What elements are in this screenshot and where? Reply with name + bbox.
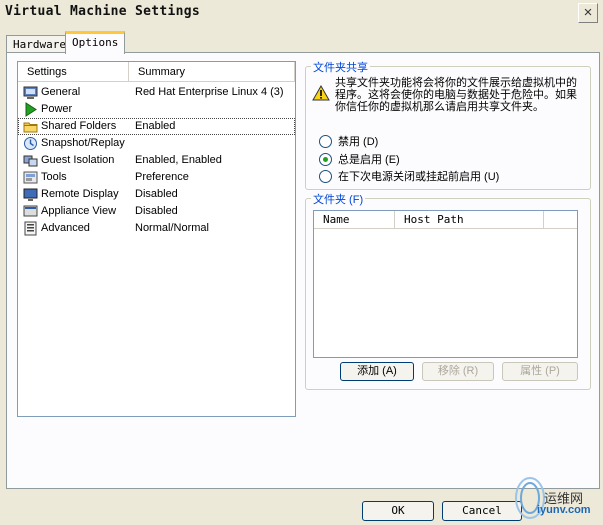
sharing-warning-text: 共享文件夹功能将会将你的文件展示给虚拟机中的程序。这将会使你的电脑与数据处于危险… — [335, 77, 577, 113]
radio-always-enabled[interactable]: 总是启用 (E) — [319, 151, 579, 167]
snapshot-icon — [24, 137, 37, 150]
close-button[interactable]: × — [578, 3, 598, 23]
title-bar: Virtual Machine Settings × — [0, 0, 603, 26]
shared-folder-icon — [23, 122, 38, 133]
settings-row-label: Appliance View — [41, 205, 117, 217]
settings-row-shared-folders[interactable]: Shared Folders Enabled — [18, 118, 295, 135]
settings-row-power[interactable]: Power — [18, 101, 295, 118]
shared-folders-table[interactable]: Name Host Path — [313, 210, 578, 358]
settings-row-general[interactable]: General Red Hat Enterprise Linux 4 (3) — [18, 84, 295, 101]
radio-button[interactable] — [319, 134, 332, 148]
close-icon: × — [583, 4, 593, 21]
radio-enable-until-poweroff[interactable]: 在下次电源关闭或挂起前启用 (U) — [319, 168, 579, 184]
power-play-icon — [25, 102, 37, 117]
settings-row-appliance-view[interactable]: Appliance View Disabled — [18, 203, 295, 220]
general-icon — [23, 86, 38, 99]
settings-row-summary: Enabled, Enabled — [135, 154, 222, 166]
settings-row-summary: Preference — [135, 171, 189, 183]
folders-legend: 文件夹 (F) — [311, 191, 366, 207]
settings-row-label: Shared Folders — [41, 120, 117, 132]
column-header-settings[interactable]: Settings — [18, 62, 129, 82]
folder-sharing-legend: 文件夹共享 — [311, 59, 370, 75]
radio-button[interactable] — [319, 169, 332, 183]
settings-row-summary: Normal/Normal — [135, 222, 209, 234]
tab-hardware[interactable]: Hardware — [6, 35, 73, 53]
settings-row-label: General — [41, 86, 81, 98]
settings-list: Settings Summary General Red Hat Enterpr… — [17, 61, 296, 417]
remote-display-icon — [23, 188, 38, 201]
settings-row-label: Tools — [41, 171, 67, 183]
settings-row-advanced[interactable]: Advanced Normal/Normal — [18, 220, 295, 237]
column-header-host-path[interactable]: Host Path — [395, 211, 544, 229]
add-folder-button[interactable]: 添加 (A) — [340, 362, 414, 381]
settings-row-summary: Disabled — [135, 205, 178, 217]
radio-button[interactable] — [319, 152, 332, 166]
settings-row-label: Guest Isolation — [41, 154, 115, 166]
tab-options[interactable]: Options — [65, 31, 126, 54]
radio-disabled[interactable]: 禁用 (D) — [319, 133, 579, 149]
watermark-url: iyunv.com — [537, 504, 591, 516]
settings-row-guest-isolation[interactable]: Guest Isolation Enabled, Enabled — [18, 152, 295, 169]
ok-button[interactable]: OK — [362, 501, 434, 521]
guest-isolation-icon — [23, 155, 38, 167]
remove-folder-button[interactable]: 移除 (R) — [422, 362, 494, 381]
radio-label: 总是启用 (E) — [338, 154, 400, 166]
tools-icon — [23, 171, 38, 184]
column-header-name[interactable]: Name — [314, 211, 395, 229]
settings-list-header: Settings Summary — [18, 62, 295, 82]
settings-row-label: Power — [41, 103, 73, 115]
appliance-view-icon — [23, 205, 38, 217]
settings-row-summary: Disabled — [135, 188, 178, 200]
settings-row-label: Snapshot/Replay — [41, 137, 125, 149]
settings-row-label: Remote Display — [41, 188, 119, 200]
settings-row-snapshot-replay[interactable]: Snapshot/Replay — [18, 135, 295, 152]
folders-table-header: Name Host Path — [314, 211, 577, 229]
settings-row-tools[interactable]: Tools Preference — [18, 169, 295, 186]
settings-row-summary: Enabled — [135, 120, 176, 132]
settings-row-summary: Red Hat Enterprise Linux 4 (3) — [135, 86, 284, 98]
warning-icon — [312, 85, 330, 101]
column-header-filler — [544, 211, 577, 229]
settings-row-remote-display[interactable]: Remote Display Disabled — [18, 186, 295, 203]
settings-row-label: Advanced — [41, 222, 90, 234]
radio-label: 禁用 (D) — [338, 136, 379, 148]
window-title: Virtual Machine Settings — [5, 4, 201, 19]
folder-properties-button[interactable]: 属性 (P) — [502, 362, 578, 381]
radio-label: 在下次电源关闭或挂起前启用 (U) — [338, 171, 500, 183]
column-header-summary[interactable]: Summary — [129, 62, 295, 82]
advanced-icon — [24, 221, 37, 236]
